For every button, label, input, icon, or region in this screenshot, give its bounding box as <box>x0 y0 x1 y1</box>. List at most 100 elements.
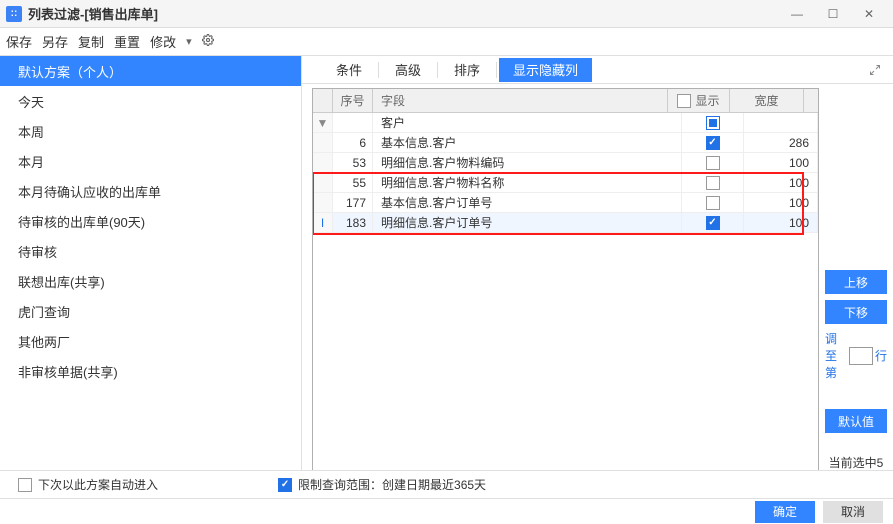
cell-field: 基本信息.客户订单号 <box>373 193 682 212</box>
table-row[interactable]: ▼ 客户 <box>313 113 818 133</box>
move-up-button[interactable]: 上移 <box>825 270 887 294</box>
show-checkbox[interactable]: ✓ <box>706 216 720 230</box>
cell-show[interactable] <box>682 173 744 192</box>
th-show-label: 显示 <box>695 92 719 109</box>
scheme-sidebar: 默认方案（个人） 今天 本周 本月 本月待确认应收的出库单 待审核的出库单(90… <box>0 56 302 498</box>
reset-button[interactable]: 重置 <box>114 32 140 51</box>
cell-show[interactable] <box>682 113 744 132</box>
show-checkbox[interactable] <box>706 196 720 210</box>
table-row[interactable]: 6 基本信息.客户 ✓ 286 <box>313 133 818 153</box>
row-marker <box>313 193 333 212</box>
show-checkbox[interactable]: ✓ <box>706 136 720 150</box>
cell-seq: 177 <box>333 193 373 212</box>
modify-button[interactable]: 修改 <box>150 32 176 51</box>
table-body: ▼ 客户 6 基本信息.客户 ✓ 286 <box>313 113 818 471</box>
tab-conditions[interactable]: 条件 <box>322 58 376 82</box>
checkbox-icon <box>18 478 32 492</box>
jump-unit: 行 <box>875 347 887 364</box>
jump-to-row[interactable]: 调至第 行 <box>825 330 887 381</box>
cell-field: 客户 <box>373 113 682 132</box>
sidebar-item-other-factories[interactable]: 其他两厂 <box>0 326 301 356</box>
close-button[interactable]: ✕ <box>851 2 887 26</box>
cell-seq: 55 <box>333 173 373 192</box>
row-marker: I <box>313 213 333 232</box>
save-button[interactable]: 保存 <box>6 32 32 51</box>
show-checkbox[interactable] <box>706 116 720 130</box>
ok-button[interactable]: 确定 <box>755 501 815 523</box>
show-checkbox[interactable] <box>706 176 720 190</box>
th-field[interactable]: 字段 <box>373 89 668 112</box>
cell-field: 明细信息.客户订单号 <box>373 213 682 232</box>
cell-seq: 53 <box>333 153 373 172</box>
cell-show[interactable] <box>682 193 744 212</box>
cell-seq <box>333 113 373 132</box>
tab-show-hide-columns[interactable]: 显示隐藏列 <box>499 58 592 82</box>
expand-icon[interactable] <box>865 60 885 80</box>
cell-width: 100 <box>744 213 818 232</box>
cell-show[interactable]: ✓ <box>682 133 744 152</box>
title-bar: :: 列表过滤-[销售出库单] — ☐ ✕ <box>0 0 893 28</box>
show-checkbox[interactable] <box>706 156 720 170</box>
cell-width: 286 <box>744 133 818 152</box>
sidebar-item-this-week[interactable]: 本周 <box>0 116 301 146</box>
toolbar: 保存 另存 复制 重置 修改 ▾ <box>0 28 893 56</box>
header-show-checkbox[interactable] <box>677 94 691 108</box>
cell-field: 基本信息.客户 <box>373 133 682 152</box>
cell-show[interactable]: ✓ <box>682 213 744 232</box>
cancel-button[interactable]: 取消 <box>823 501 883 523</box>
row-marker <box>313 173 333 192</box>
sidebar-item-this-month[interactable]: 本月 <box>0 146 301 176</box>
limit-scope-checkbox[interactable]: ✓ 限制查询范围：创建日期最近365天 <box>278 476 486 493</box>
copy-button[interactable]: 复制 <box>78 32 104 51</box>
cell-show[interactable] <box>682 153 744 172</box>
sidebar-item-today[interactable]: 今天 <box>0 86 301 116</box>
row-marker <box>313 133 333 152</box>
sidebar-item-default[interactable]: 默认方案（个人） <box>0 56 301 86</box>
save-as-button[interactable]: 另存 <box>42 32 68 51</box>
cell-seq: 183 <box>333 213 373 232</box>
tab-sort[interactable]: 排序 <box>440 58 494 82</box>
jump-label: 调至第 <box>825 330 847 381</box>
sidebar-item-pending-audit-90[interactable]: 待审核的出库单(90天) <box>0 206 301 236</box>
sidebar-item-pending-receivable[interactable]: 本月待确认应收的出库单 <box>0 176 301 206</box>
table-row[interactable]: 53 明细信息.客户物料编码 100 <box>313 153 818 173</box>
tabs: 条件 高级 排序 显示隐藏列 <box>302 56 893 84</box>
auto-enter-checkbox[interactable]: 下次以此方案自动进入 <box>18 476 158 493</box>
th-width[interactable]: 宽度 <box>730 89 804 112</box>
cell-field: 明细信息.客户物料编码 <box>373 153 682 172</box>
th-show[interactable]: 显示 <box>668 89 730 112</box>
move-down-button[interactable]: 下移 <box>825 300 887 324</box>
sidebar-item-unaudited-shared[interactable]: 非审核单据(共享) <box>0 356 301 386</box>
maximize-button[interactable]: ☐ <box>815 2 851 26</box>
sidebar-item-lenovo-out[interactable]: 联想出库(共享) <box>0 266 301 296</box>
settings-icon[interactable] <box>202 34 214 49</box>
row-marker: ▼ <box>313 113 333 132</box>
cell-width: 100 <box>744 153 818 172</box>
footer: 确定 取消 <box>0 498 893 524</box>
window-title: 列表过滤-[销售出库单] <box>28 4 158 23</box>
cell-width: 100 <box>744 193 818 212</box>
cell-field: 明细信息.客户物料名称 <box>373 173 682 192</box>
th-seq[interactable]: 序号 <box>333 89 373 112</box>
jump-row-input[interactable] <box>849 347 873 365</box>
cell-width: 100 <box>744 173 818 192</box>
table-row[interactable]: I 183 明细信息.客户订单号 ✓ 100 <box>313 213 818 233</box>
app-icon: :: <box>6 6 22 22</box>
table-row[interactable]: 177 基本信息.客户订单号 100 <box>313 193 818 213</box>
limit-scope-label: 限制查询范围：创建日期最近365天 <box>298 476 486 493</box>
columns-table: 序号 字段 显示 宽度 ▼ 客户 <box>312 88 819 494</box>
more-dropdown[interactable]: ▾ <box>186 35 192 48</box>
th-scroll <box>804 89 818 112</box>
tab-advanced[interactable]: 高级 <box>381 58 435 82</box>
default-value-button[interactable]: 默认值 <box>825 409 887 433</box>
cell-seq: 6 <box>333 133 373 152</box>
sidebar-item-pending-audit[interactable]: 待审核 <box>0 236 301 266</box>
th-rownum <box>313 89 333 112</box>
minimize-button[interactable]: — <box>779 2 815 26</box>
auto-enter-label: 下次以此方案自动进入 <box>38 476 158 493</box>
sidebar-item-humen-query[interactable]: 虎门查询 <box>0 296 301 326</box>
table-row[interactable]: 55 明细信息.客户物料名称 100 <box>313 173 818 193</box>
checkbox-icon: ✓ <box>278 478 292 492</box>
cell-width <box>744 113 818 132</box>
side-buttons: 上移 下移 调至第 行 默认值 当前选中5列 <box>825 84 893 498</box>
